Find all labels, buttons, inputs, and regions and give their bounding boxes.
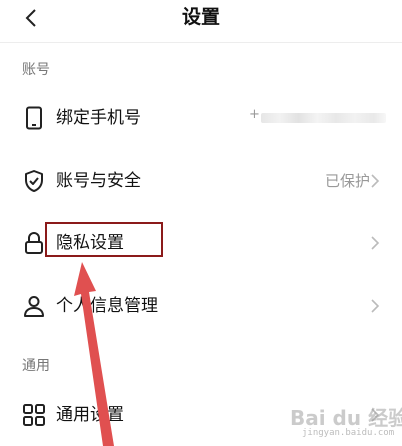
baidu-watermark: Bai du 经验 jingyan.baidu.com <box>290 406 402 438</box>
annotation-arrow <box>74 262 114 446</box>
